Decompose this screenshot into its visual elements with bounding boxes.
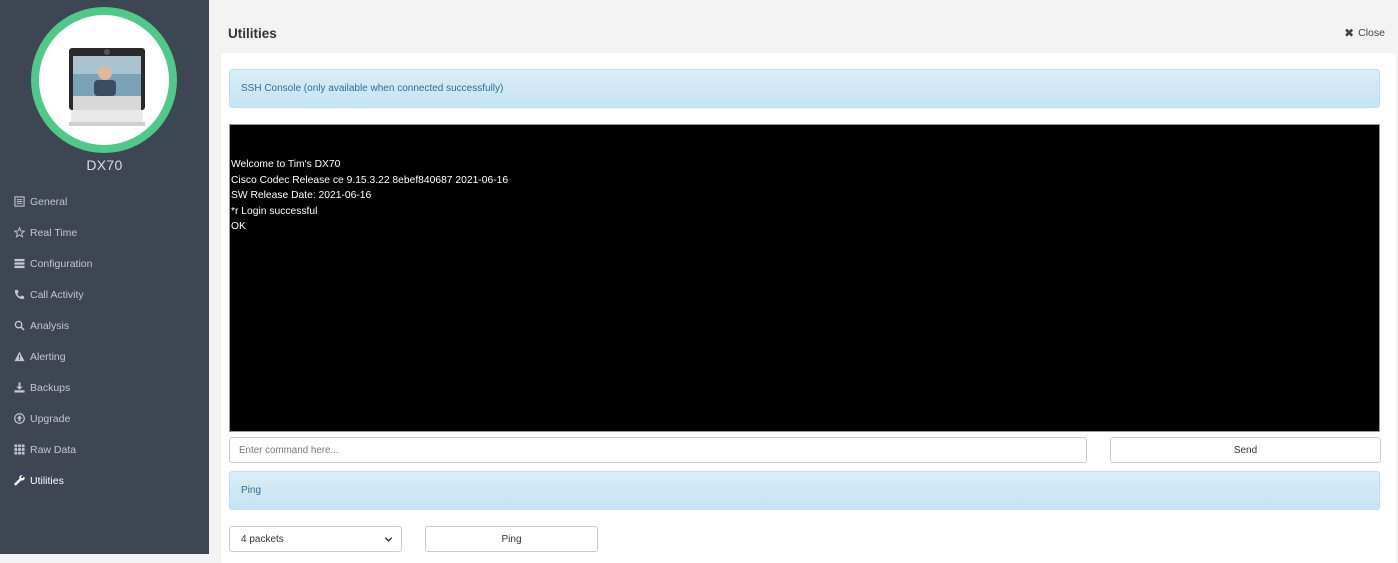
sidebar-item-label: Upgrade — [30, 412, 71, 425]
chevron-down-icon — [384, 536, 393, 542]
console-line: OK — [231, 221, 246, 232]
wrench-icon — [14, 475, 25, 486]
sidebar-item-label: Real Time — [30, 226, 78, 239]
list-icon — [14, 196, 25, 207]
sidebar-item-label: Configuration — [30, 257, 93, 270]
sidebar-item-general[interactable]: General — [0, 186, 209, 217]
sidebar-item-label: Raw Data — [30, 443, 77, 456]
page-title: Utilities — [228, 26, 277, 41]
sidebar-item-call-activity[interactable]: Call Activity — [0, 279, 209, 310]
ping-heading: Ping — [229, 471, 1380, 510]
phone-icon — [14, 289, 25, 300]
device-name: DX70 — [86, 157, 123, 173]
ping-heading-text: Ping — [241, 485, 262, 496]
ssh-console-heading: SSH Console (only available when connect… — [229, 69, 1380, 108]
ping-button[interactable]: Ping — [425, 526, 598, 552]
sidebar-nav: General Real Time Configuration Call Act… — [0, 186, 209, 496]
sidebar-item-real-time[interactable]: Real Time — [0, 217, 209, 248]
close-label: Close — [1358, 27, 1385, 39]
packets-select[interactable]: 4 packets — [229, 526, 402, 552]
search-icon — [14, 320, 25, 331]
console-line: SW Release Date: 2021-06-16 — [231, 190, 372, 201]
sidebar-item-utilities[interactable]: Utilities — [0, 465, 209, 496]
sidebar-item-label: General — [30, 195, 68, 208]
console-line: Welcome to Tim's DX70 — [231, 159, 341, 170]
sidebar-item-raw-data[interactable]: Raw Data — [0, 434, 209, 465]
sidebar-item-analysis[interactable]: Analysis — [0, 310, 209, 341]
sidebar-item-upgrade[interactable]: Upgrade — [0, 403, 209, 434]
sidebar-item-label: Call Activity — [30, 288, 84, 301]
send-button-label: Send — [1233, 444, 1258, 456]
close-button[interactable]: ✖ Close — [1344, 26, 1385, 40]
warning-icon — [14, 351, 25, 362]
device-image — [69, 48, 145, 126]
upgrade-icon — [14, 413, 25, 424]
main-content: Utilities ✖ Close SSH Console (only avai… — [209, 0, 1398, 563]
console-line: Cisco Codec Release ce 9.15.3.22 8ebef84… — [231, 174, 509, 186]
sidebar-item-label: Utilities — [30, 474, 64, 487]
ssh-console-output[interactable]: Welcome to Tim's DX70 Cisco Codec Releas… — [229, 124, 1380, 432]
ssh-console-heading-text: SSH Console (only available when connect… — [241, 83, 504, 94]
send-button[interactable]: Send — [1110, 437, 1381, 463]
packets-select-value: 4 packets — [241, 533, 284, 545]
close-icon: ✖ — [1344, 26, 1355, 40]
download-icon — [14, 382, 25, 393]
sidebar-item-backups[interactable]: Backups — [0, 372, 209, 403]
sidebar: DX70 General Real Time Configuration Cal… — [0, 0, 209, 554]
star-icon — [14, 227, 25, 238]
device-avatar — [31, 7, 177, 153]
command-input[interactable] — [229, 437, 1087, 463]
ping-button-label: Ping — [501, 533, 522, 545]
sidebar-item-label: Analysis — [30, 319, 70, 332]
sidebar-item-label: Backups — [30, 381, 71, 394]
sidebar-item-label: Alerting — [30, 350, 66, 363]
sidebar-item-alerting[interactable]: Alerting — [0, 341, 209, 372]
server-icon — [14, 258, 25, 269]
grid-icon — [14, 444, 25, 455]
console-line: *r Login successful — [231, 205, 318, 217]
sidebar-item-configuration[interactable]: Configuration — [0, 248, 209, 279]
utilities-card: SSH Console (only available when connect… — [221, 53, 1396, 563]
